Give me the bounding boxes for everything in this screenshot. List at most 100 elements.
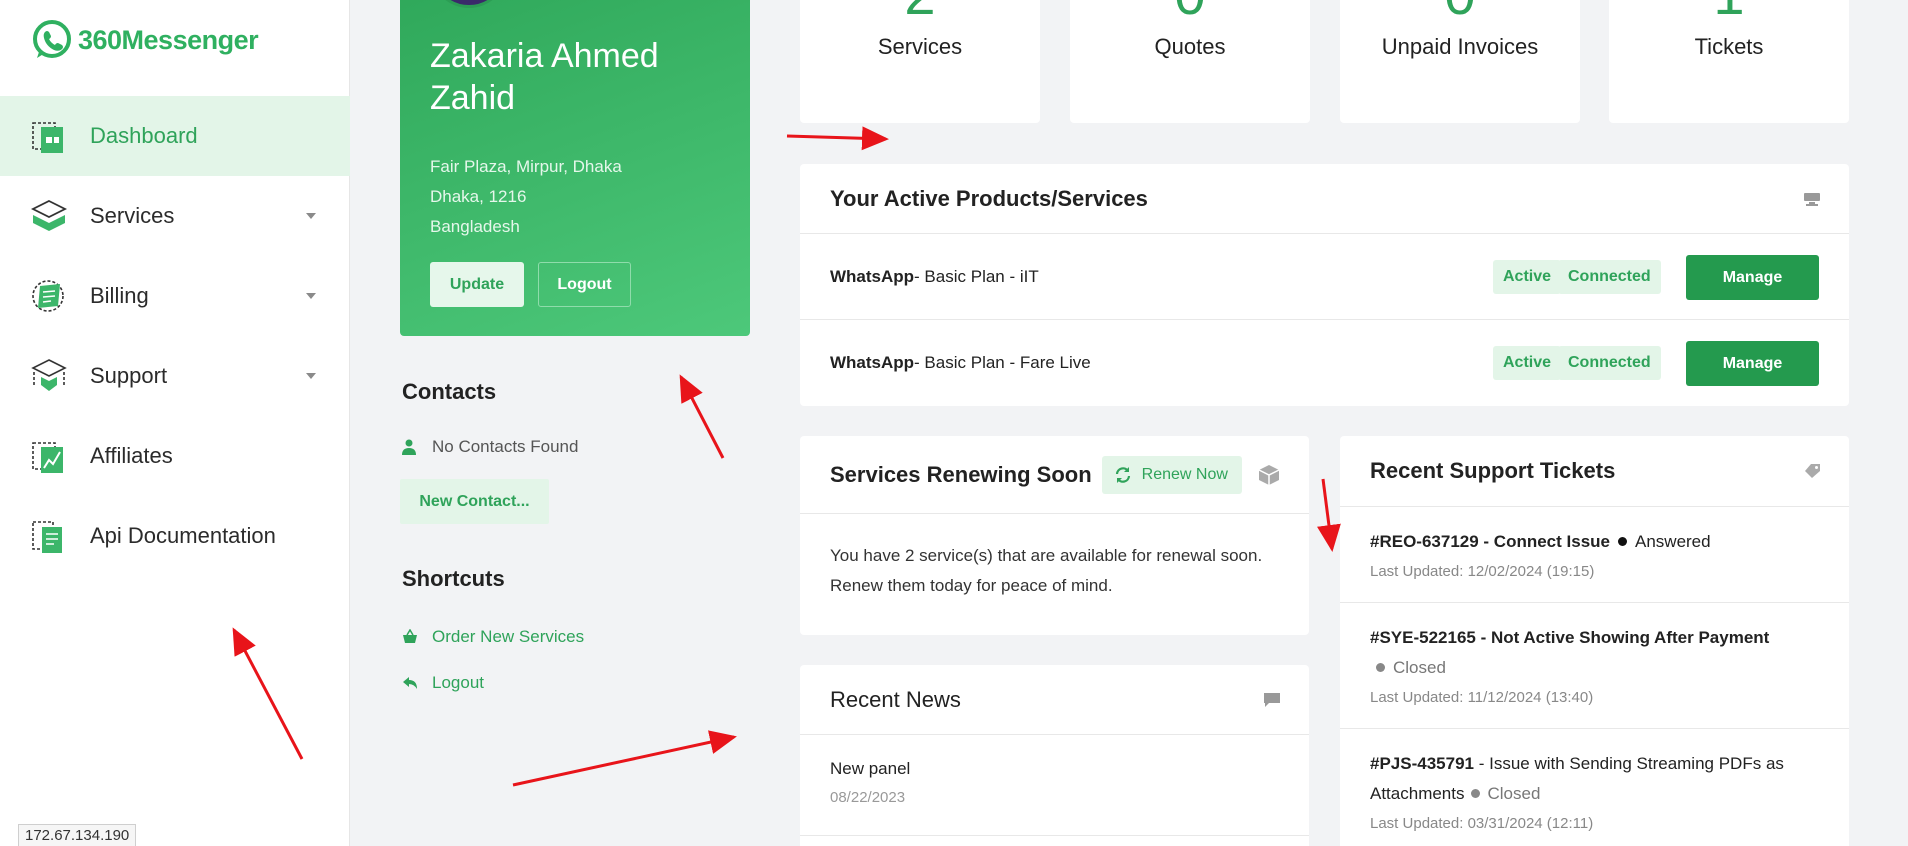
ticket-item[interactable]: #SYE-522165 - Not Active Showing After P…	[1340, 603, 1849, 729]
api-docs-icon	[32, 521, 62, 553]
logo[interactable]: 360Messenger	[30, 18, 259, 62]
annotation-arrow	[786, 126, 889, 151]
comment-icon	[1264, 693, 1280, 707]
product-plan: - Basic Plan - Fare Live	[914, 353, 1091, 372]
sidebar-item-label: Support	[90, 363, 168, 388]
stat-services[interactable]: 2 Services	[800, 0, 1040, 123]
connection-badge: Connected	[1558, 260, 1661, 294]
status-dot-icon	[1470, 789, 1480, 798]
recent-news-card: Recent News New panel 08/22/2023	[800, 665, 1309, 846]
sidebar-item-label: Api Documentation	[90, 523, 276, 548]
sidebar-item-label: Services	[90, 203, 175, 228]
shortcut-logout[interactable]: Logout	[402, 673, 484, 693]
annotation-arrow	[1317, 478, 1341, 552]
shortcut-label: Order New Services	[432, 627, 585, 646]
cube-icon	[1258, 465, 1280, 485]
sidebar-item-support[interactable]: Support	[0, 336, 350, 416]
billing-icon	[32, 280, 64, 312]
manage-button[interactable]: Manage	[1686, 341, 1819, 386]
ticket-item[interactable]: #PJS-435791 - Issue with Sending Streami…	[1340, 729, 1849, 846]
renew-now-button[interactable]: Renew Now	[1101, 455, 1242, 494]
annotation-arrow	[512, 730, 737, 787]
card-header: Recent Support Tickets	[1340, 436, 1849, 507]
profile-address: Fair Plaza, Mirpur, Dhaka Dhaka, 1216 Ba…	[430, 152, 622, 242]
chevron-down-icon	[306, 373, 316, 379]
whatsapp-logo-icon	[33, 20, 71, 58]
sidebar-item-label: Billing	[90, 283, 149, 308]
card-header: Your Active Products/Services	[800, 164, 1849, 234]
address-line: Fair Plaza, Mirpur, Dhaka	[430, 157, 622, 176]
logout-arrow-icon	[403, 677, 417, 689]
card-title: Services Renewing Soon	[830, 461, 1092, 487]
services-icon	[30, 199, 68, 231]
card-title: Recent Support Tickets	[1370, 458, 1616, 483]
shortcuts-heading: Shortcuts	[402, 566, 505, 591]
ticket-item[interactable]: #REO-637129 - Connect Issue Answered Last…	[1340, 507, 1849, 603]
address-line: Dhaka, 1216	[430, 187, 527, 206]
status-badge: Active	[1493, 260, 1562, 294]
renewing-body: You have 2 service(s) that are available…	[800, 514, 1309, 628]
news-title: New panel	[830, 759, 911, 778]
product-row: WhatsApp - Basic Plan - iIT Active Conne…	[800, 234, 1849, 320]
shortcut-order-new-services[interactable]: Order New Services	[402, 627, 584, 647]
ticket-status: Closed	[1487, 784, 1541, 803]
sidebar-item-label: Affiliates	[90, 443, 173, 468]
stat-value: 1	[1609, 0, 1849, 27]
renewing-text: Renew them today for peace of mind.	[830, 576, 1113, 595]
avatar	[430, 0, 508, 8]
stat-label: Quotes	[1154, 34, 1226, 59]
annotation-arrow	[679, 374, 725, 459]
sidebar-item-api-documentation[interactable]: Api Documentation	[0, 496, 350, 576]
product-name: WhatsApp	[830, 266, 915, 286]
chevron-down-icon	[306, 293, 316, 299]
active-products-card: Your Active Products/Services WhatsApp -…	[800, 164, 1849, 406]
sidebar-item-label: Dashboard	[90, 123, 198, 148]
sidebar-item-dashboard[interactable]: Dashboard	[0, 96, 350, 176]
ticket-status: Closed	[1393, 658, 1446, 677]
sidebar: 360Messenger Dashboard Services Billing …	[0, 0, 350, 846]
stat-value: 0	[1070, 0, 1310, 27]
ticket-updated: Last Updated: 03/31/2024 (12:11)	[1370, 815, 1594, 832]
card-title: Recent News	[830, 686, 961, 712]
stat-quotes[interactable]: 0 Quotes	[1070, 0, 1310, 123]
basket-icon	[403, 629, 417, 643]
ticket-subject: - Connect Issue	[1478, 532, 1610, 551]
stat-label: Unpaid Invoices	[1381, 34, 1539, 59]
stat-value: 2	[800, 0, 1040, 27]
manage-button[interactable]: Manage	[1686, 255, 1819, 300]
stat-value: 0	[1340, 0, 1580, 27]
affiliates-icon	[32, 442, 63, 473]
status-dot-icon	[1376, 663, 1385, 672]
support-tickets-card: Recent Support Tickets #REO-637129 - Con…	[1340, 436, 1849, 846]
renew-now-label: Renew Now	[1141, 465, 1228, 483]
update-button[interactable]: Update	[430, 262, 524, 307]
logout-button[interactable]: Logout	[538, 262, 631, 307]
sidebar-item-billing[interactable]: Billing	[0, 256, 350, 336]
renewing-card: Services Renewing Soon Renew Now You hav…	[800, 436, 1309, 635]
ticket-id: #SYE-522165	[1370, 628, 1476, 647]
status-badge: Active	[1493, 346, 1562, 380]
contacts-empty: No Contacts Found	[402, 437, 578, 457]
card-header: Recent News	[800, 665, 1309, 735]
profile-name: Zakaria Ahmed Zahid	[430, 37, 659, 117]
ticket-status: Answered	[1635, 532, 1711, 551]
sidebar-item-services[interactable]: Services	[0, 176, 350, 256]
tag-icon	[1805, 464, 1820, 478]
card-header: Services Renewing Soon Renew Now	[800, 436, 1309, 514]
sidebar-item-affiliates[interactable]: Affiliates	[0, 416, 350, 496]
product-plan: - Basic Plan - iIT	[914, 266, 1039, 286]
ticket-id: #PJS-435791	[1370, 754, 1474, 773]
refresh-icon	[1115, 466, 1130, 483]
dashboard-icon	[32, 122, 63, 153]
news-item[interactable]: New panel 08/22/2023	[800, 735, 1309, 836]
status-dot-icon	[1618, 537, 1627, 546]
stat-tickets[interactable]: 1 Tickets	[1609, 0, 1849, 123]
shortcut-label: Logout	[432, 673, 484, 692]
news-date: 08/22/2023	[830, 789, 906, 806]
new-contact-button[interactable]: New Contact...	[400, 479, 549, 524]
support-icon	[31, 359, 67, 391]
product-name: WhatsApp	[830, 353, 915, 372]
profile-card: Zakaria Ahmed Zahid Fair Plaza, Mirpur, …	[400, 0, 750, 336]
stat-unpaid-invoices[interactable]: 0 Unpaid Invoices	[1340, 0, 1580, 123]
renewing-text: You have 2 service(s) that are available…	[830, 546, 1263, 565]
